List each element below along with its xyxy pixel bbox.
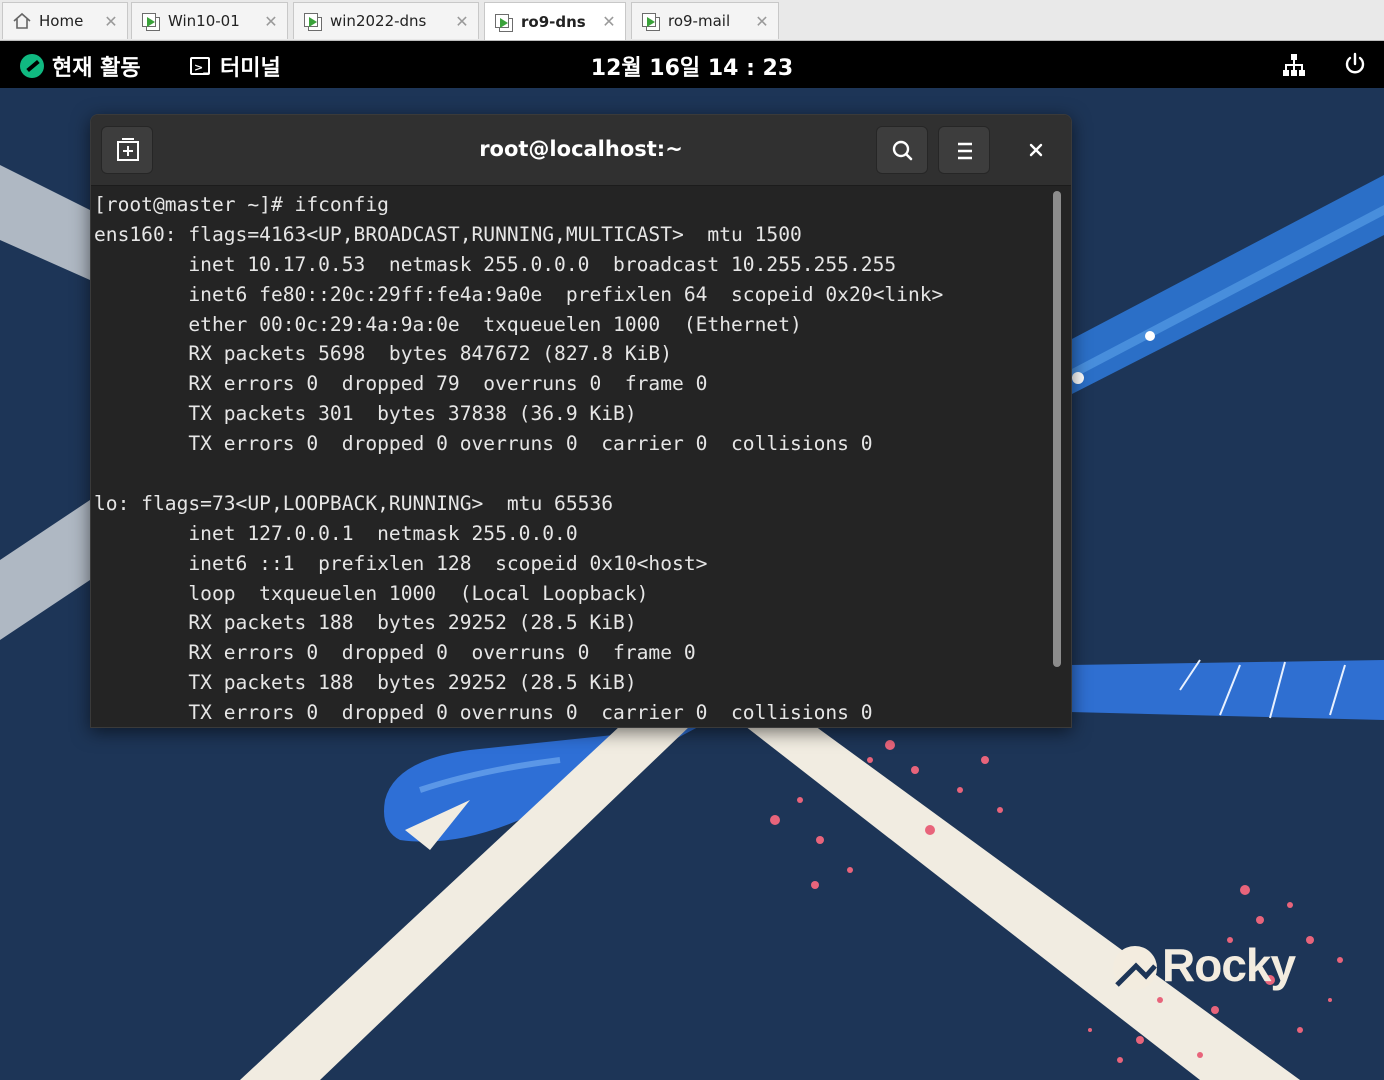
tab-win10-01[interactable]: Win10-01 ✕ — [131, 2, 288, 39]
tab-home[interactable]: Home ✕ — [2, 2, 128, 39]
rocky-logo-icon — [20, 54, 44, 78]
terminal-line: RX errors 0 dropped 0 overruns 0 frame 0 — [94, 641, 696, 665]
gnome-top-bar: 현재 활동 >_ 터미널 12월 16일 14 : 23 — [0, 41, 1384, 88]
terminal-icon: >_ — [190, 57, 210, 75]
close-icon[interactable]: ✕ — [452, 12, 472, 31]
tab-label: Home — [39, 12, 84, 30]
terminal-line: inet 10.17.0.53 netmask 255.0.0.0 broadc… — [94, 252, 897, 276]
new-tab-icon — [117, 138, 139, 161]
vm-icon — [302, 10, 324, 32]
tab-label: ro9-mail — [668, 12, 731, 30]
terminal-line: RX packets 5698 bytes 847672 (827.8 KiB) — [94, 342, 673, 366]
terminal-line: RX errors 0 dropped 79 overruns 0 frame … — [94, 372, 708, 396]
terminal-window: root@localhost:~ [root@master ~]# ifconf… — [90, 114, 1072, 728]
hamburger-menu-icon — [958, 142, 972, 160]
terminal-output[interactable]: [root@master ~]# ifconfig ens160: flags=4… — [91, 186, 1051, 727]
search-icon — [892, 140, 913, 161]
terminal-line: TX packets 188 bytes 29252 (28.5 KiB) — [94, 671, 637, 695]
activities-button[interactable]: 현재 활동 — [20, 50, 141, 82]
search-button[interactable] — [876, 126, 928, 174]
terminal-headerbar: root@localhost:~ — [91, 115, 1071, 186]
menu-button[interactable] — [938, 126, 990, 174]
terminal-line: lo: flags=73<UP,LOOPBACK,RUNNING> mtu 65… — [94, 491, 614, 515]
terminal-scrollbar[interactable] — [1053, 191, 1061, 667]
close-icon[interactable]: ✕ — [101, 12, 121, 31]
tab-label: Win10-01 — [168, 12, 240, 30]
vm-icon — [493, 11, 515, 33]
tab-label: win2022-dns — [330, 12, 427, 30]
rocky-logo-text: Rocky — [1162, 939, 1296, 991]
tab-win2022-dns[interactable]: win2022-dns ✕ — [293, 2, 479, 39]
home-icon — [13, 12, 31, 29]
close-window-icon[interactable] — [1021, 135, 1051, 165]
tab-ro9-mail[interactable]: ro9-mail ✕ — [631, 2, 779, 39]
terminal-line: TX errors 0 dropped 0 overruns 0 carrier… — [94, 701, 873, 725]
tab-label: ro9-dns — [521, 12, 586, 31]
app-menu-terminal[interactable]: >_ 터미널 — [190, 50, 281, 82]
activities-label: 현재 활동 — [52, 56, 141, 81]
network-icon[interactable] — [1282, 53, 1306, 77]
new-tab-button[interactable] — [101, 126, 153, 174]
close-icon[interactable]: ✕ — [261, 12, 281, 31]
terminal-line: inet 127.0.0.1 netmask 255.0.0.0 — [94, 521, 578, 545]
terminal-line: RX packets 188 bytes 29252 (28.5 KiB) — [94, 611, 637, 635]
terminal-line: [root@master ~]# ifconfig — [94, 193, 389, 216]
terminal-line: loop txqueuelen 1000 (Local Loopback) — [94, 581, 649, 605]
vm-icon — [140, 10, 162, 32]
vm-tab-bar: Home ✕ Win10-01 ✕ win2022-dns ✕ ro9-dns … — [0, 0, 1384, 41]
tab-ro9-dns[interactable]: ro9-dns ✕ — [484, 2, 626, 40]
terminal-line: ens160: flags=4163<UP,BROADCAST,RUNNING,… — [94, 222, 802, 246]
terminal-line: inet6 ::1 prefixlen 128 scopeid 0x10<hos… — [94, 551, 708, 575]
close-icon[interactable]: ✕ — [599, 12, 619, 31]
power-icon[interactable] — [1342, 51, 1368, 77]
terminal-line: inet6 fe80::20c:29ff:fe4a:9a0e prefixlen… — [94, 282, 944, 306]
vm-icon — [640, 10, 662, 32]
close-icon[interactable]: ✕ — [752, 12, 772, 31]
terminal-line: ether 00:0c:29:4a:9a:0e txqueuelen 1000 … — [94, 312, 802, 336]
app-menu-label: 터미널 — [220, 56, 281, 81]
terminal-line: TX packets 301 bytes 37838 (36.9 KiB) — [94, 402, 637, 426]
terminal-line: TX errors 0 dropped 0 overruns 0 carrier… — [94, 432, 873, 456]
